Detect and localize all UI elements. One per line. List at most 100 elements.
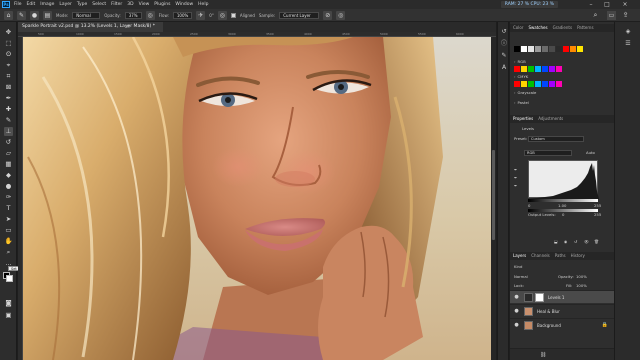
color-swatch[interactable] xyxy=(528,81,534,87)
photoshop-logo[interactable]: Ps xyxy=(2,1,10,8)
visibility-toggle-icon[interactable]: 👁 xyxy=(584,239,589,245)
tab-channels[interactable]: Channels xyxy=(531,252,550,260)
color-swatch[interactable] xyxy=(556,66,562,72)
color-swatch[interactable] xyxy=(535,66,541,72)
layer-name[interactable]: Background xyxy=(537,319,561,332)
eye-icon[interactable]: ● xyxy=(513,294,520,301)
frame-tool-icon[interactable]: ⊠ xyxy=(4,83,13,92)
menu-type[interactable]: Type xyxy=(77,2,87,7)
input-levels-slider[interactable] xyxy=(528,199,598,202)
color-swatch[interactable] xyxy=(542,46,548,52)
pressure-brush-icon[interactable]: ◎ xyxy=(336,10,346,20)
menu-plugins[interactable]: Plugins xyxy=(154,2,170,7)
shape-tool-icon[interactable]: ▭ xyxy=(4,226,13,235)
kind-filter[interactable]: Kind xyxy=(514,264,522,270)
tab-patterns[interactable]: Patterns xyxy=(577,24,593,32)
character-icon[interactable]: A xyxy=(500,64,508,72)
blend-mode-select[interactable]: Normal xyxy=(514,274,528,280)
blur-tool-icon[interactable]: ◆ xyxy=(4,171,13,180)
color-swatch[interactable] xyxy=(549,46,555,52)
quick-mask-icon[interactable]: ◙ xyxy=(4,299,13,308)
opacity-field[interactable]: 37% xyxy=(124,11,142,19)
home-icon[interactable]: ⌂ xyxy=(4,10,13,20)
view-previous-icon[interactable]: ◉ xyxy=(564,239,567,245)
hand-tool-icon[interactable]: ✋ xyxy=(4,237,13,246)
menu-filter[interactable]: Filter xyxy=(111,2,122,7)
ignore-adjustments-icon[interactable]: ⊘ xyxy=(323,10,333,20)
screen-mode-icon[interactable]: ▣ xyxy=(4,311,13,320)
mode-select[interactable]: Normal xyxy=(72,11,101,19)
clone-source-icon[interactable]: ▤ xyxy=(43,10,52,20)
tab-paths[interactable]: Paths xyxy=(555,252,566,260)
brush-preset-icon[interactable]: ● xyxy=(30,10,39,20)
menu-image[interactable]: Image xyxy=(40,2,54,7)
tab-gradients[interactable]: Gradients xyxy=(553,24,573,32)
menu-file[interactable]: File xyxy=(14,2,22,7)
color-swatch[interactable] xyxy=(514,46,520,52)
clip-to-layer-icon[interactable]: ⬓ xyxy=(554,239,558,245)
color-swatch[interactable] xyxy=(563,46,569,52)
brush-settings-icon[interactable]: ✎ xyxy=(500,52,508,60)
swatch-folder[interactable]: › RGB xyxy=(514,58,606,65)
reset-icon[interactable]: ↺ xyxy=(574,239,577,245)
color-swatch[interactable] xyxy=(535,46,541,52)
move-tool-icon[interactable]: ✥ xyxy=(4,28,13,37)
document-tab[interactable]: Sparkle Portrait v2.psd @ 13.2% (Levels … xyxy=(18,22,163,32)
eraser-tool-icon[interactable]: ▱ xyxy=(4,149,13,158)
levels-histogram[interactable] xyxy=(528,160,599,199)
swatch-folder[interactable]: › Pastel xyxy=(514,99,606,106)
scrollbar-thumb[interactable] xyxy=(492,150,495,240)
color-swatch[interactable] xyxy=(535,81,541,87)
layer-row[interactable]: ● Background 🔒 xyxy=(510,318,614,331)
color-swatch[interactable] xyxy=(542,66,548,72)
color-swatch[interactable] xyxy=(528,66,534,72)
layer-row[interactable]: ● Heal & Blur xyxy=(510,304,614,317)
healing-brush-tool-icon[interactable]: ✚ xyxy=(4,105,13,114)
menu-edit[interactable]: Edit xyxy=(27,2,36,7)
layer-name[interactable]: Levels 1 xyxy=(548,291,564,304)
marquee-tool-icon[interactable]: ⬚ xyxy=(4,39,13,48)
layer-mask-thumbnail[interactable] xyxy=(535,293,544,302)
quick-select-tool-icon[interactable]: ⌖ xyxy=(4,61,13,70)
output-white[interactable]: 255 xyxy=(594,212,601,218)
layers-footer-icons[interactable]: ⛓fx◐◑▭+🗑 xyxy=(510,348,614,360)
color-swatch[interactable] xyxy=(570,46,576,52)
eyedropper-black-icon[interactable]: ✒ xyxy=(514,167,517,173)
color-swatch[interactable] xyxy=(521,81,527,87)
color-swatch[interactable] xyxy=(542,81,548,87)
history-brush-tool-icon[interactable]: ↺ xyxy=(4,138,13,147)
tab-layers[interactable]: Layers xyxy=(513,252,526,260)
color-swatch[interactable] xyxy=(549,81,555,87)
dodge-tool-icon[interactable]: ● xyxy=(4,182,13,191)
delete-adjustment-icon[interactable]: 🗑 xyxy=(594,239,599,245)
info-icon[interactable]: ⓘ xyxy=(500,40,508,48)
eyedropper-tool-icon[interactable]: ✒ xyxy=(4,94,13,103)
auto-button[interactable]: Auto xyxy=(586,150,595,156)
flow-field[interactable]: 100% xyxy=(172,11,193,19)
swatch-folder[interactable]: › CMYK xyxy=(514,73,606,80)
clone-stamp-tool-icon[interactable]: ✎ xyxy=(17,10,26,20)
minimize-icon[interactable]: – xyxy=(584,0,598,9)
pen-tool-icon[interactable]: ✑ xyxy=(4,193,13,202)
preset-select[interactable]: Custom xyxy=(528,136,584,142)
menu-3d[interactable]: 3D xyxy=(127,2,133,7)
eyedropper-white-icon[interactable]: ✒ xyxy=(514,183,517,189)
eye-icon[interactable]: ● xyxy=(513,308,520,315)
libraries-icon[interactable]: ☰ xyxy=(624,40,632,48)
search-icon[interactable]: ⌕ xyxy=(591,11,600,20)
angle-value[interactable]: 0° xyxy=(209,13,214,18)
type-tool-icon[interactable]: T xyxy=(4,204,13,213)
zoom-tool-icon[interactable]: ⌕ xyxy=(4,248,13,257)
color-swatch[interactable] xyxy=(521,66,527,72)
pressure-size-icon[interactable]: ◎ xyxy=(217,10,227,20)
menu-window[interactable]: Window xyxy=(175,2,193,7)
channel-select[interactable]: RGB xyxy=(524,150,572,156)
menu-help[interactable]: Help xyxy=(198,2,208,7)
share-icon[interactable]: ⇪ xyxy=(621,11,630,20)
swatch-folder[interactable]: › Grayscale xyxy=(514,89,606,96)
close-tab-icon[interactable]: × xyxy=(124,22,132,32)
tab-adjustments[interactable]: Adjustments xyxy=(538,115,563,123)
maximize-icon[interactable]: □ xyxy=(600,0,614,9)
learn-icon[interactable]: ◈ xyxy=(624,28,632,36)
aligned-checkbox[interactable] xyxy=(230,12,236,18)
